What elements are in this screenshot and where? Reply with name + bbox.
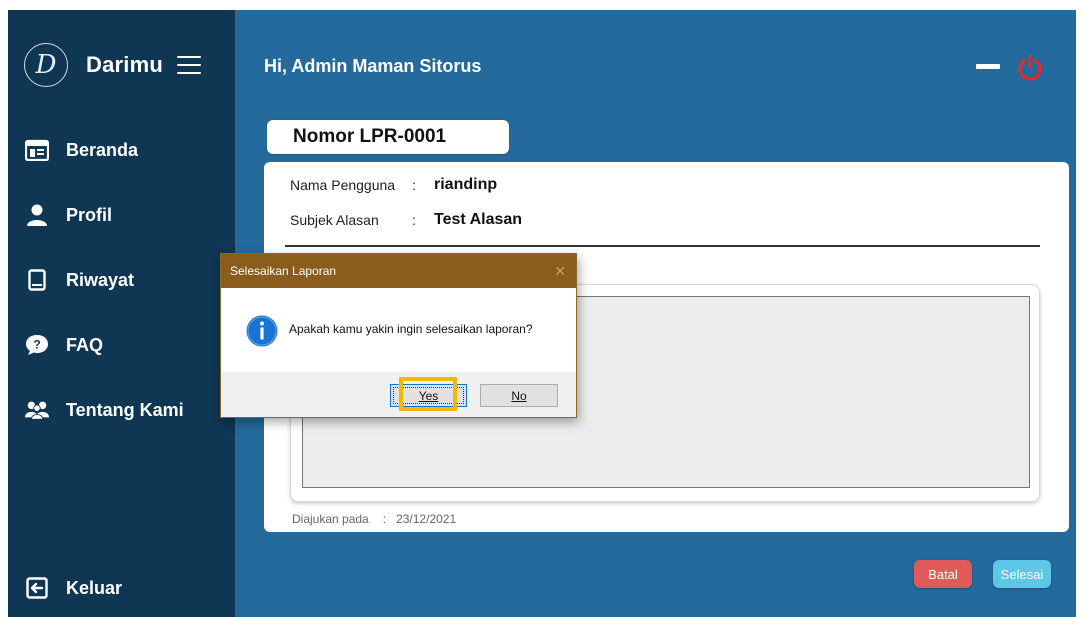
no-label: No: [511, 388, 527, 403]
users-icon: [24, 397, 50, 423]
sidebar-item-profil[interactable]: Profil: [24, 199, 112, 231]
subject-row: Subjek Alasan : Test Alasan: [290, 211, 522, 229]
svg-text:?: ?: [33, 338, 40, 352]
user-row: Nama Pengguna : riandinp: [290, 176, 497, 194]
confirm-dialog: Selesaikan Laporan ✕ Apakah kamu yakin i…: [220, 253, 577, 418]
colon: :: [412, 177, 416, 193]
logo-letter: D: [35, 50, 57, 80]
user-label: Nama Pengguna: [290, 177, 396, 193]
brand: D Darimu: [24, 34, 201, 96]
dialog-footer: Yes No: [221, 372, 576, 417]
logout-icon: [24, 575, 50, 601]
submitted-date: 23/12/2021: [396, 512, 457, 526]
close-icon[interactable]: ✕: [554, 263, 566, 280]
subject-label: Subjek Alasan: [290, 212, 379, 228]
sidebar-item-label: Keluar: [66, 577, 123, 598]
dialog-body: Apakah kamu yakin ingin selesaikan lapor…: [221, 288, 576, 372]
sidebar-item-label: Tentang Kami: [66, 399, 184, 420]
sidebar-item-riwayat[interactable]: Riwayat: [24, 264, 134, 296]
logo: D: [24, 43, 68, 87]
greeting: Hi, Admin Maman Sitorus: [264, 56, 482, 76]
info-icon: [246, 315, 278, 347]
colon: :: [412, 212, 416, 228]
divider: [285, 245, 1040, 247]
sidebar-item-tentang-kami[interactable]: Tentang Kami: [24, 394, 184, 426]
user-value: riandinp: [434, 176, 498, 193]
sidebar: D Darimu Beranda Profil Riwayat ? FAQ Te…: [8, 10, 235, 617]
sidebar-item-label: FAQ: [66, 334, 104, 355]
sidebar-item-label: Riwayat: [66, 269, 135, 290]
minimize-icon[interactable]: [976, 64, 1000, 69]
submitted-info: Diajukan pada : 23/12/2021: [292, 512, 456, 526]
yes-highlight-box: [399, 377, 457, 411]
hamburger-menu-icon[interactable]: [177, 56, 201, 74]
no-button[interactable]: No: [480, 384, 558, 407]
calendar-icon: [24, 137, 50, 163]
sidebar-item-keluar[interactable]: Keluar: [24, 572, 122, 604]
question-bubble-icon: ?: [24, 332, 50, 358]
dialog-message: Apakah kamu yakin ingin selesaikan lapor…: [289, 322, 533, 336]
subject-value: Test Alasan: [434, 211, 523, 228]
report-number: Nomor LPR-0001: [267, 120, 509, 154]
cancel-button[interactable]: Batal: [914, 560, 972, 588]
sidebar-item-faq[interactable]: ? FAQ: [24, 329, 103, 361]
book-icon: [24, 267, 50, 293]
user-icon: [24, 202, 50, 228]
sidebar-item-label: Profil: [66, 204, 113, 225]
sidebar-item-label: Beranda: [66, 139, 139, 160]
dialog-titlebar: Selesaikan Laporan ✕: [221, 254, 576, 288]
brand-name: Darimu: [86, 52, 163, 77]
power-icon[interactable]: [1016, 54, 1044, 82]
sidebar-item-beranda[interactable]: Beranda: [24, 134, 138, 166]
submitted-label: Diajukan pada: [292, 512, 369, 526]
colon: :: [382, 512, 387, 526]
dialog-title: Selesaikan Laporan: [230, 264, 337, 278]
finish-button[interactable]: Selesai: [993, 560, 1051, 588]
